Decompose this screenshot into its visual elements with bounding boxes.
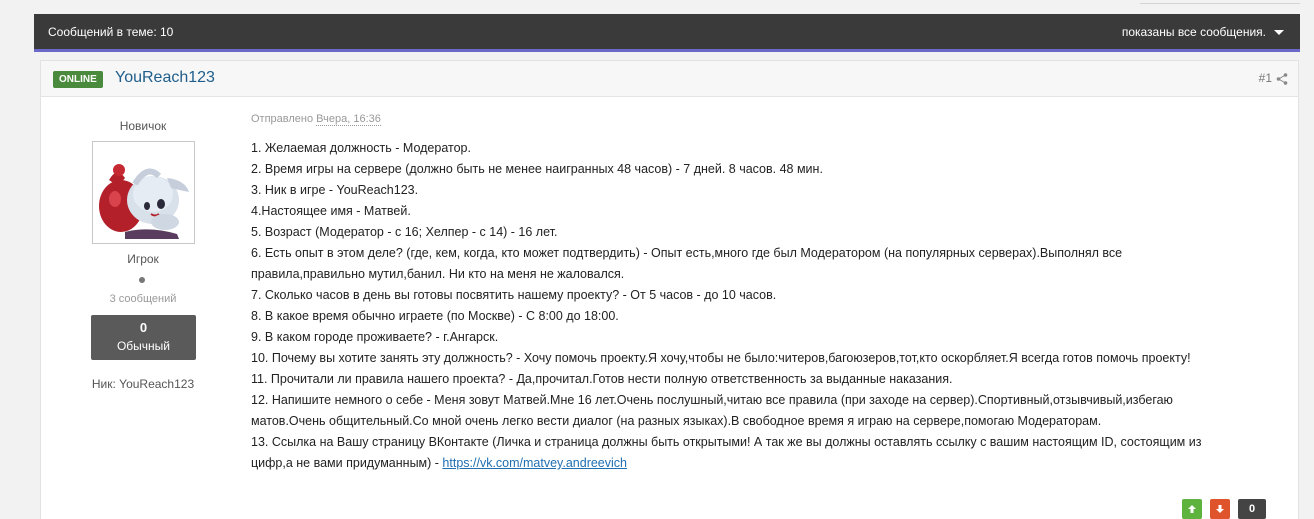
content-line: 2. Время игры на сервере (должно быть не… — [251, 162, 823, 176]
share-icon[interactable] — [1276, 73, 1288, 85]
content-line-last: цифр,а не вами придуманным) - https://vk… — [251, 453, 1291, 474]
vote-up-button[interactable] — [1182, 499, 1202, 519]
post-date: Отправлено Вчера, 16:36 — [251, 113, 1291, 126]
member-group: Игрок — [127, 252, 159, 266]
content-line: 8. В какое время обычно играете (по Моск… — [251, 309, 619, 323]
content-line: матов.Очень общительный.Со мной очень ле… — [251, 414, 1102, 428]
member-post-count: 3 сообщений — [109, 293, 177, 305]
member-rank: Новичок — [119, 119, 167, 133]
avatar[interactable] — [92, 141, 195, 244]
post-header: ONLINE YouReach123 #1 — [41, 61, 1298, 97]
online-status-badge: ONLINE — [53, 71, 103, 88]
reputation-box: 0 Обычный — [91, 315, 196, 360]
content-line: 11. Прочитали ли правила нашего проекта?… — [251, 372, 953, 386]
content-line: 3. Ник в игре - YouReach123. — [251, 183, 419, 197]
post-content: 1. Желаемая должность - Модератор. 2. Вр… — [251, 138, 1291, 474]
post-number-link[interactable]: #1 — [1259, 71, 1272, 85]
content-line: 6. Есть опыт в этом деле? (где, кем, ког… — [251, 246, 1123, 260]
vk-profile-link[interactable]: https://vk.com/matvey.andreevich — [442, 456, 627, 470]
content-line: 9. В каком городе проживаете? - г.Ангарс… — [251, 330, 499, 344]
post-date-value: Вчера, 16:36 — [316, 113, 381, 126]
reputation-label: Обычный — [116, 339, 171, 353]
top-divider — [1140, 0, 1300, 4]
content-line: 5. Возраст (Модератор - с 16; Хелпер - с… — [251, 225, 558, 239]
arrow-up-icon — [1188, 505, 1196, 513]
arrow-down-icon — [1216, 505, 1224, 513]
post-body: Отправлено Вчера, 16:36 1. Желаемая долж… — [251, 113, 1291, 474]
vote-down-button[interactable] — [1210, 499, 1230, 519]
topic-bar: Сообщений в теме: 10 показаны все сообще… — [34, 14, 1300, 52]
content-line-prefix: цифр,а не вами придуманным) - — [251, 456, 443, 470]
author-name-link[interactable]: YouReach123 — [115, 69, 215, 87]
post-filter-dropdown[interactable]: показаны все сообщения. — [1122, 25, 1284, 39]
caret-down-icon — [1274, 29, 1284, 35]
content-line: 1. Желаемая должность - Модератор. — [251, 141, 471, 155]
post: ONLINE YouReach123 #1 Новичок Игрок 3 со… — [40, 60, 1299, 519]
content-line: 10. Почему вы хотите занять эту должност… — [251, 351, 1191, 365]
content-line: 13. Ссылка на Вашу страницу ВКонтакте (Л… — [251, 435, 1202, 449]
member-nick: Ник: YouReach123 — [91, 377, 195, 391]
avatar-image — [95, 144, 192, 241]
content-line: 12. Напишите немного о себе - Меня зовут… — [251, 393, 1173, 407]
post-date-prefix: Отправлено — [251, 113, 314, 125]
content-line: 7. Сколько часов в день вы готовы посвят… — [251, 288, 777, 302]
top-strip — [0, 0, 1314, 14]
post-filter-label: показаны все сообщения. — [1121, 25, 1266, 39]
reputation-value: 0 — [139, 320, 148, 335]
content-line: правила,правильно мутил,банил. Ни кто на… — [251, 267, 625, 281]
rank-pip — [139, 277, 145, 283]
vote-score: 0 — [1238, 499, 1266, 519]
message-count: Сообщений в теме: 10 — [48, 25, 174, 39]
vote-bar: 0 — [1182, 499, 1266, 519]
content-line: 4.Настоящее имя - Матвей. — [251, 204, 411, 218]
